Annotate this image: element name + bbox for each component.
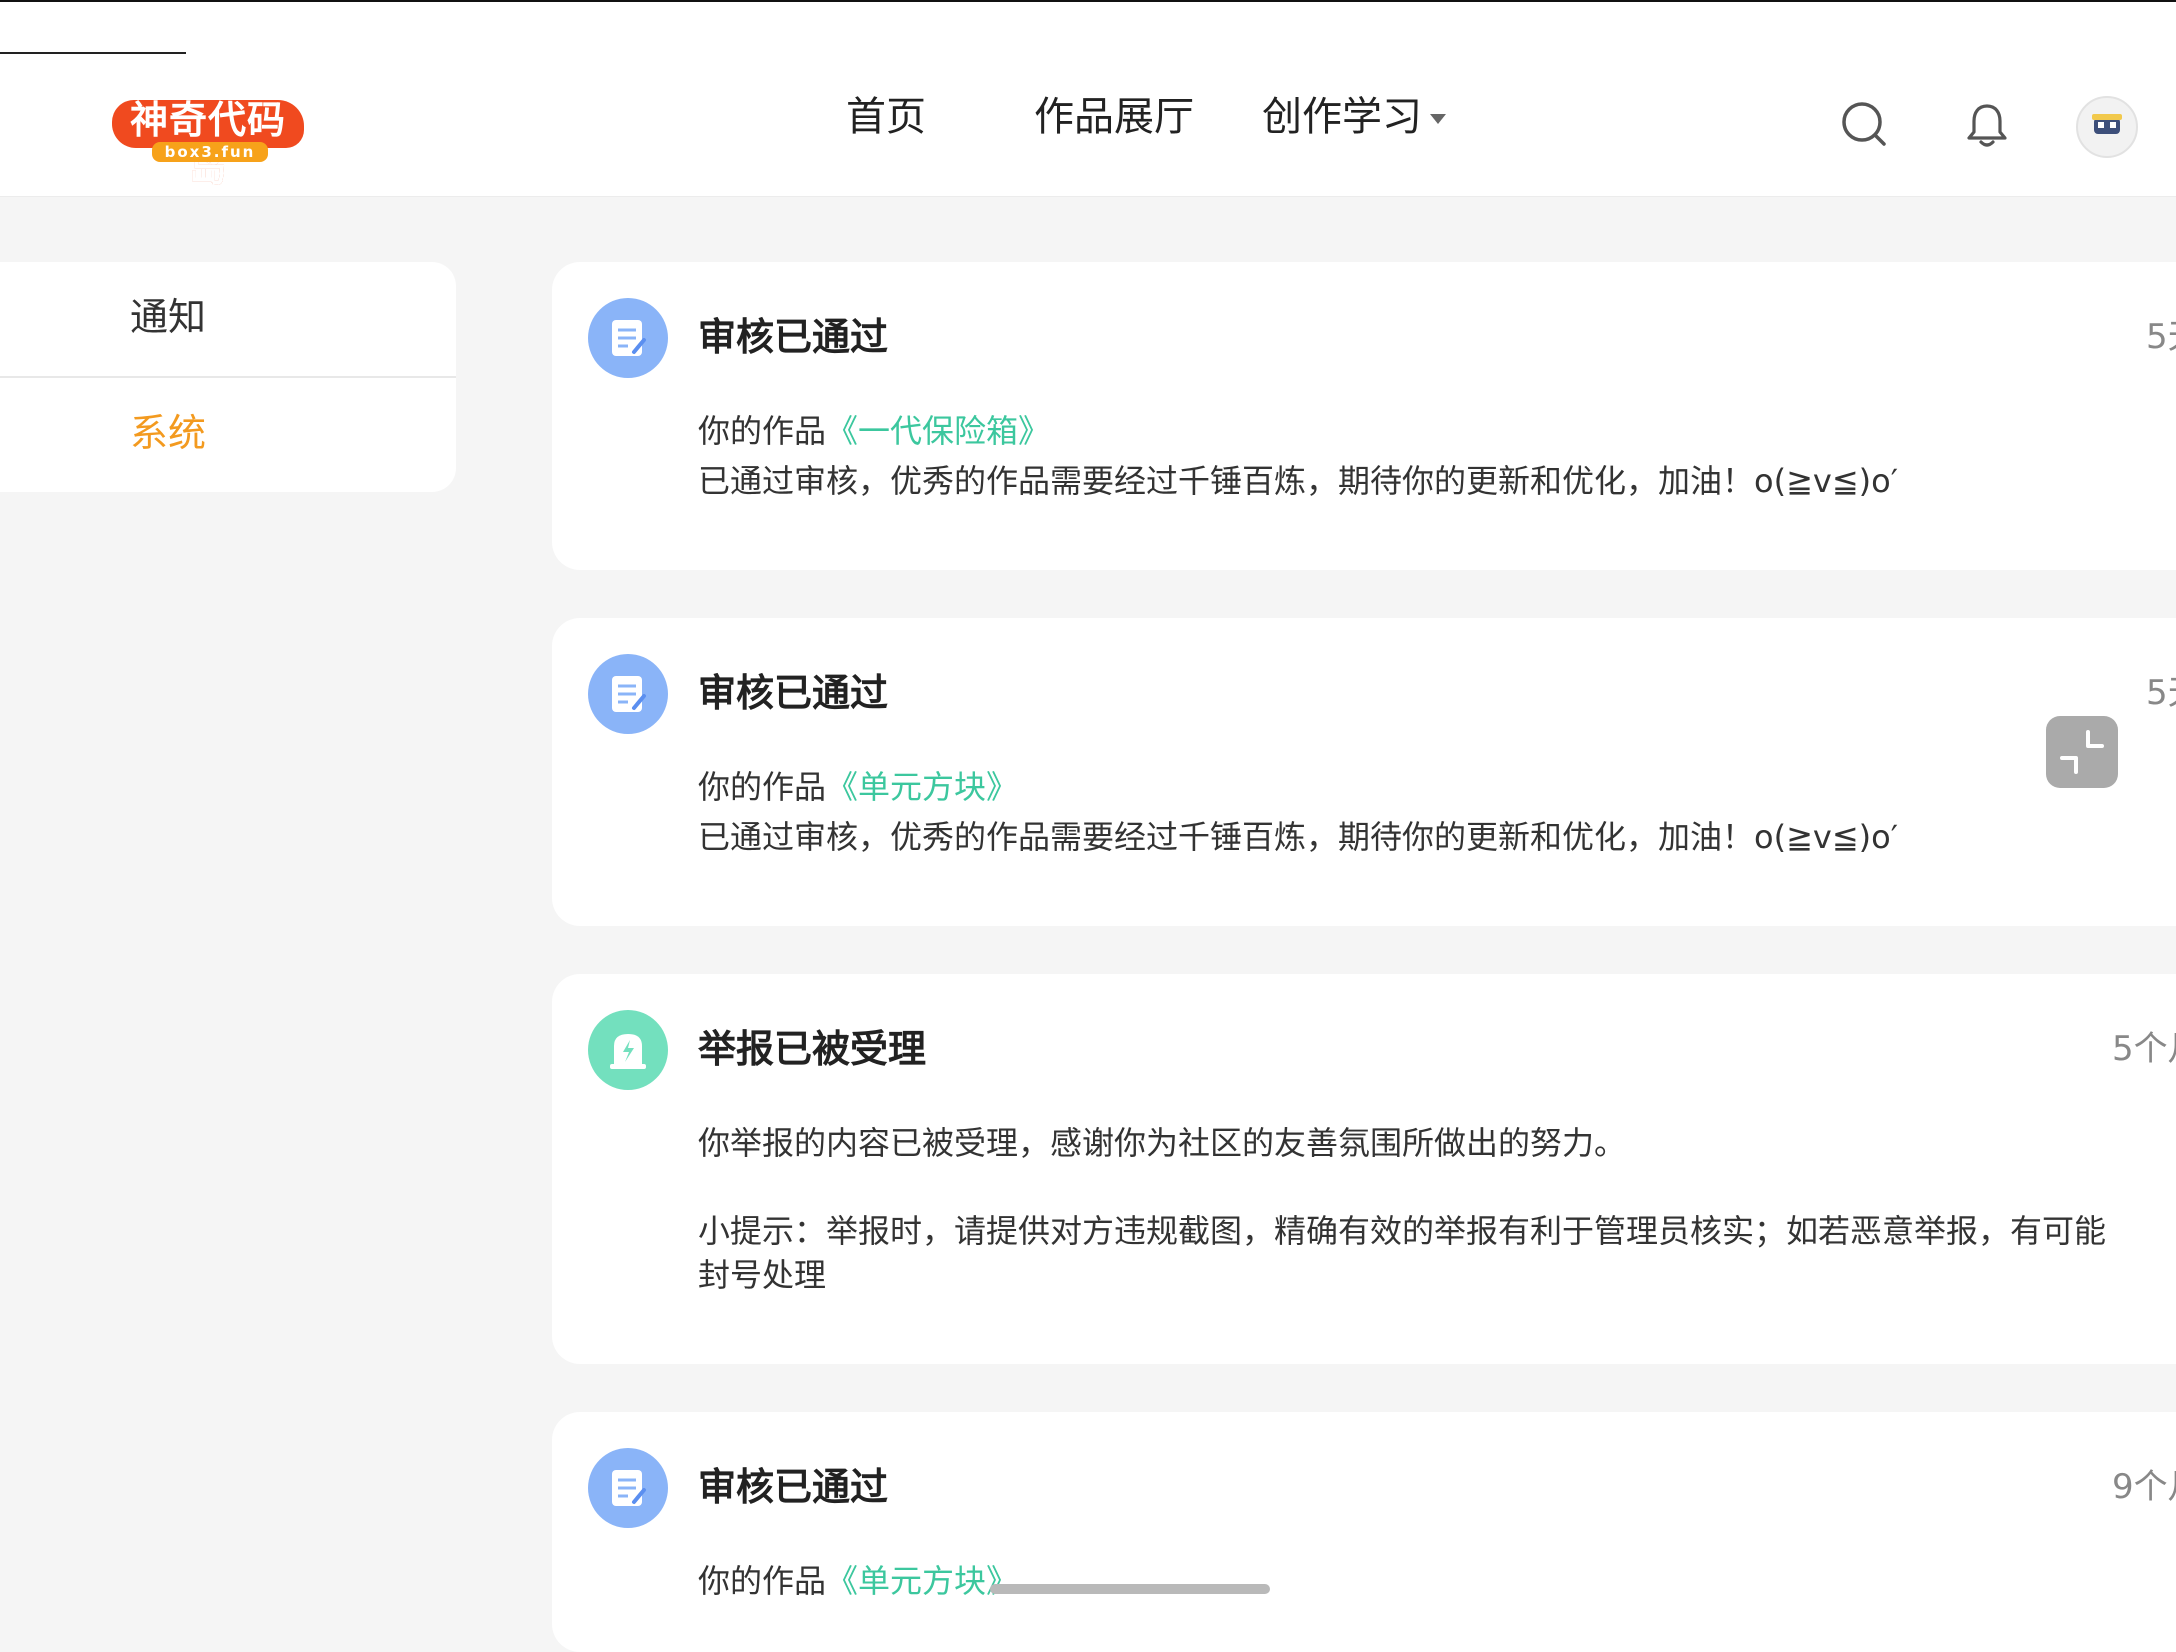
notification-card: 审核已通过 5天 你的作品《单元方块》 已通过审核，优秀的作品需要经过千锤百炼，…	[552, 618, 2176, 926]
notification-line1: 你的作品《单元方块》	[698, 1556, 1018, 1606]
sidebar-item-system[interactable]: 系统	[130, 408, 206, 458]
bell-icon[interactable]	[1966, 102, 2008, 148]
notification-title: 审核已通过	[698, 315, 889, 359]
notification-time: 5天	[2146, 673, 2176, 713]
report-icon	[588, 1010, 668, 1090]
notification-line1: 你的作品《单元方块》	[698, 762, 1018, 812]
work-link[interactable]: 《单元方块》	[826, 768, 1018, 806]
notification-card: 审核已通过 9个月 你的作品《单元方块》	[552, 1412, 2176, 1652]
sidebar-item-notify[interactable]: 通知	[130, 292, 206, 342]
nav-gallery[interactable]: 作品展厅	[1034, 90, 1194, 144]
sidebar: 通知 系统	[0, 262, 456, 492]
notification-line2: 已通过审核，优秀的作品需要经过千锤百炼，期待你的更新和优化，加油！o(≧v≦)o…	[698, 462, 1898, 500]
collapse-icon	[2060, 730, 2104, 774]
notification-tip-cont: 封号处理	[698, 1256, 827, 1294]
site-header: 神奇代码岛 box3.fun 首页 作品展厅 创作学习	[0, 2, 2176, 197]
sidebar-divider	[0, 376, 456, 378]
notification-title: 举报已被受理	[698, 1027, 927, 1071]
nav-learning[interactable]: 创作学习	[1262, 90, 1446, 144]
nav-learning-label: 创作学习	[1262, 94, 1422, 140]
work-prefix: 你的作品	[698, 768, 827, 806]
notification-tip: 小提示：举报时，请提供对方违规截图，精确有效的举报有利于管理员核实；如若恶意举报…	[698, 1212, 2107, 1250]
logo-text: 神奇代码岛	[129, 98, 286, 190]
work-link[interactable]: 《一代保险箱》	[826, 412, 1050, 450]
horizontal-scrollbar[interactable]	[990, 1584, 1270, 1594]
work-prefix: 你的作品	[698, 412, 827, 450]
notification-line1: 你举报的内容已被受理，感谢你为社区的友善氛围所做出的努力。	[698, 1124, 1627, 1162]
notification-time: 5天	[2146, 317, 2176, 357]
notification-title: 审核已通过	[698, 671, 889, 715]
notification-card: 审核已通过 5天 你的作品《一代保险箱》 已通过审核，优秀的作品需要经过千锤百炼…	[552, 262, 2176, 570]
avatar[interactable]	[2076, 96, 2138, 158]
document-icon	[588, 1448, 668, 1528]
work-prefix: 你的作品	[698, 1562, 827, 1600]
nav-home[interactable]: 首页	[846, 90, 926, 144]
search-icon[interactable]	[1840, 100, 1888, 148]
notification-line1: 你的作品《一代保险箱》	[698, 406, 1050, 456]
document-icon	[588, 654, 668, 734]
site-logo[interactable]: 神奇代码岛 box3.fun	[112, 96, 304, 190]
avatar-icon	[2092, 114, 2122, 134]
collapse-button[interactable]	[2046, 716, 2118, 788]
caret-down-icon	[1430, 114, 1446, 124]
logo-subtext: box3.fun	[152, 142, 268, 162]
notification-time: 5个月	[2112, 1029, 2176, 1069]
notification-line2: 已通过审核，优秀的作品需要经过千锤百炼，期待你的更新和优化，加油！o(≧v≦)o…	[698, 818, 1898, 856]
work-link[interactable]: 《单元方块》	[826, 1562, 1018, 1600]
notification-time: 9个月	[2112, 1467, 2176, 1507]
notification-card: 举报已被受理 5个月 你举报的内容已被受理，感谢你为社区的友善氛围所做出的努力。…	[552, 974, 2176, 1364]
document-icon	[588, 298, 668, 378]
header-underline	[0, 52, 186, 54]
notification-title: 审核已通过	[698, 1465, 889, 1509]
